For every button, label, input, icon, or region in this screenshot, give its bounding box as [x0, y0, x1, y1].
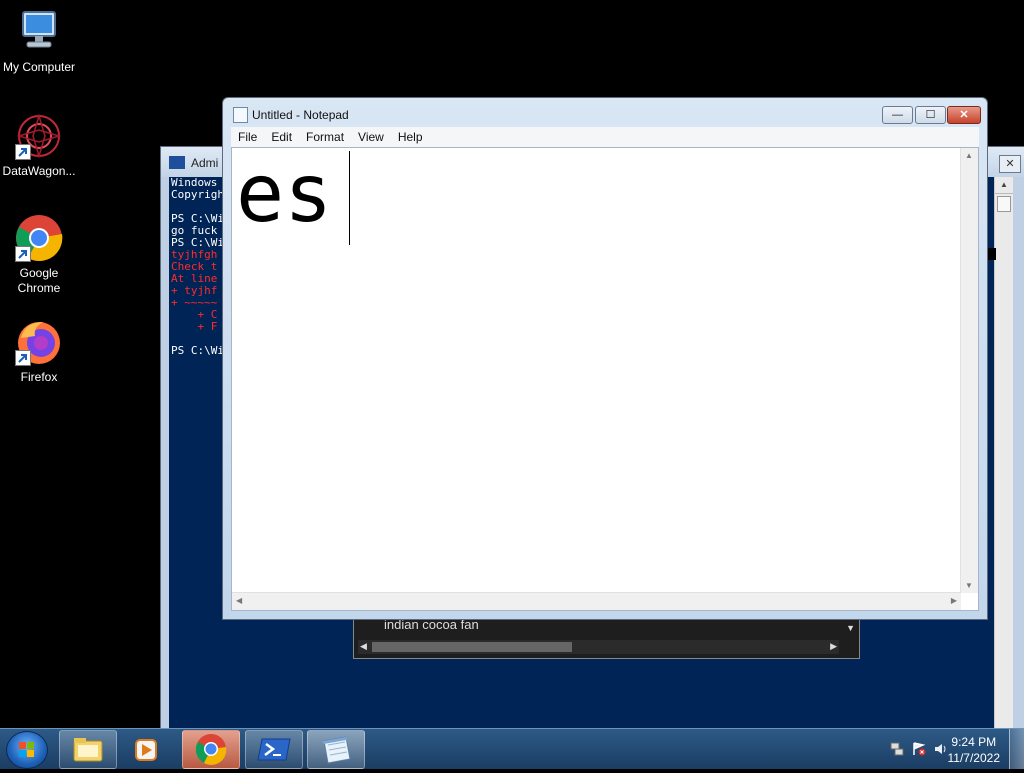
system-tray: 9:24 PM 11/7/2022 — [854, 729, 1024, 769]
desktop-icon-label: Firefox — [20, 370, 58, 384]
folder-icon — [73, 738, 103, 762]
chrome-icon — [15, 214, 63, 262]
taskbar-powershell[interactable] — [245, 730, 303, 769]
close-icon: ✕ — [959, 109, 969, 121]
desktop-icon-datawagon[interactable]: DataWagon... — [0, 112, 78, 179]
notepad-title-bar[interactable]: Untitled - Notepad — ☐ ✕ — [223, 98, 987, 128]
text-editor[interactable]: es ▲ ▼ ◀ ▶ — [231, 147, 979, 611]
taskbar-chrome[interactable] — [182, 730, 240, 769]
scroll-up-icon[interactable]: ▲ — [995, 177, 1013, 194]
desktop-icon-label: DataWagon... — [2, 164, 76, 178]
console-line: + F — [171, 320, 218, 333]
minimize-button[interactable]: — — [882, 106, 913, 124]
media-player-icon — [135, 739, 157, 761]
shortcut-arrow-icon — [15, 246, 31, 262]
console-output: Windows Copyrigh PS C:\Wi go fuck PS C:\Wi ty… — [171, 177, 224, 357]
console-line: PS C:\Wi — [171, 344, 224, 357]
desktop-icon-my-computer[interactable]: My Computer — [0, 8, 78, 75]
desktop-icon-firefox[interactable]: Firefox — [0, 318, 78, 385]
volume-icon[interactable] — [934, 742, 948, 756]
autocomplete-dropdown[interactable]: indian cocoa fan ▼ ◀ ▶ — [353, 617, 860, 659]
scroll-right-icon[interactable]: ▶ — [830, 641, 837, 652]
horizontal-scrollbar[interactable]: ◀ ▶ — [232, 592, 961, 610]
menu-format[interactable]: Format — [299, 130, 351, 144]
scroll-right-icon[interactable]: ▶ — [951, 596, 957, 605]
minimize-icon: — — [892, 109, 903, 121]
maximize-icon: ☐ — [925, 109, 936, 121]
scroll-left-icon[interactable]: ◀ — [236, 596, 242, 605]
network-icon[interactable] — [890, 742, 904, 756]
powershell-title: Admi — [191, 156, 219, 170]
taskbar: 9:24 PM 11/7/2022 — [0, 728, 1024, 769]
menu-view[interactable]: View — [351, 130, 391, 144]
editor-content[interactable]: es — [236, 144, 332, 244]
close-button[interactable]: ✕ — [999, 155, 1021, 173]
console-cursor — [988, 248, 996, 260]
desktop-icon-label: Google Chrome — [17, 266, 61, 295]
windows-start-icon — [19, 742, 35, 758]
vertical-scrollbar[interactable]: ▲ — [994, 177, 1013, 729]
scroll-up-icon[interactable]: ▲ — [965, 151, 973, 160]
computer-icon — [15, 8, 63, 56]
desktop-icon-google-chrome[interactable]: Google Chrome — [0, 214, 78, 296]
chrome-icon — [195, 734, 227, 765]
clock-time: 9:24 PM — [951, 735, 997, 749]
text-caret — [349, 151, 350, 245]
horizontal-scrollbar[interactable]: ◀ ▶ — [358, 640, 839, 654]
dropdown-arrow-icon[interactable]: ▼ — [846, 623, 855, 633]
taskbar-media-player[interactable] — [120, 730, 174, 769]
notepad-window[interactable]: Untitled - Notepad — ☐ ✕ File Edit Forma… — [222, 97, 988, 620]
action-center-icon[interactable] — [912, 742, 926, 756]
scroll-left-icon[interactable]: ◀ — [360, 641, 367, 652]
notepad-title: Untitled - Notepad — [252, 108, 349, 122]
taskbar-explorer[interactable] — [59, 730, 117, 769]
clock-date: 11/7/2022 — [947, 751, 1001, 765]
notepad-icon — [233, 107, 248, 123]
clock[interactable]: 9:24 PM 11/7/2022 — [948, 734, 1001, 766]
console-line: Copyrigh — [171, 188, 224, 201]
menu-edit[interactable]: Edit — [264, 130, 299, 144]
shortcut-arrow-icon — [15, 350, 31, 366]
scroll-thumb[interactable] — [372, 642, 572, 652]
close-button[interactable]: ✕ — [947, 106, 981, 124]
desktop-icon-label: My Computer — [2, 60, 76, 74]
powershell-icon — [169, 156, 185, 169]
start-button[interactable] — [6, 731, 48, 769]
firefox-icon — [15, 318, 63, 366]
vertical-scrollbar[interactable]: ▲ ▼ — [960, 148, 978, 593]
show-desktop-button[interactable] — [1009, 729, 1024, 769]
shortcut-arrow-icon — [15, 144, 31, 160]
menu-help[interactable]: Help — [391, 130, 430, 144]
menu-file[interactable]: File — [231, 130, 264, 144]
powershell-icon — [257, 738, 291, 761]
menu-bar: File Edit Format View Help — [231, 127, 979, 147]
scroll-down-icon[interactable]: ▼ — [965, 581, 973, 590]
datawagon-icon — [15, 112, 63, 160]
scroll-thumb[interactable] — [997, 196, 1011, 212]
notepad-icon — [323, 736, 351, 764]
maximize-button[interactable]: ☐ — [915, 106, 946, 124]
taskbar-notepad[interactable] — [307, 730, 365, 769]
